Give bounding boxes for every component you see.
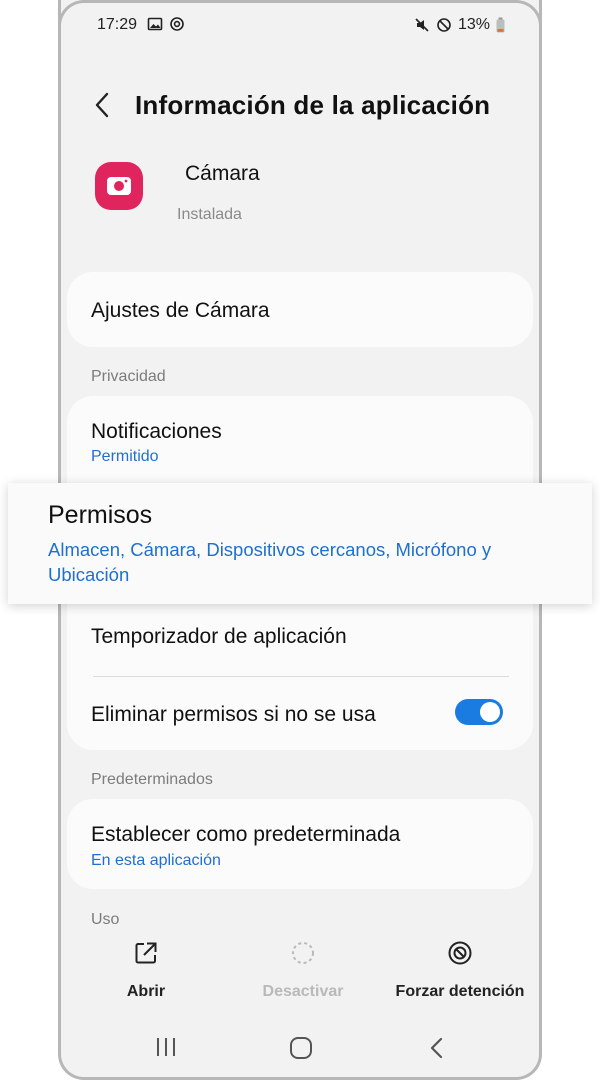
remove-permissions-item[interactable]: Eliminar permisos si no se usa (67, 677, 533, 750)
permissions-value: Almacen, Cámara, Dispositivos cercanos, … (48, 539, 492, 585)
mute-icon (415, 18, 429, 32)
force-stop-button-label: Forzar detención (395, 983, 525, 1000)
open-button-label: Abrir (126, 983, 166, 1000)
remove-permissions-label: Eliminar permisos si no se usa (91, 703, 376, 726)
set-default-label: Establecer como predeterminada (91, 823, 401, 846)
app-timer-label: Temporizador de aplicación (91, 625, 347, 648)
system-navigation-bar (61, 1030, 539, 1066)
do-not-disturb-icon (437, 18, 451, 32)
app-install-status: Instalada (177, 206, 242, 223)
status-notification-icons (147, 16, 185, 32)
notifications-item[interactable]: Notificaciones Permitido (67, 396, 533, 484)
disable-button-label: Desactivar (262, 983, 344, 1000)
section-defaults-label: Predeterminados (91, 771, 213, 788)
set-default-item[interactable]: Establecer como predeterminada En esta a… (67, 799, 533, 889)
bottom-actions: Abrir Desactivar Forzar detención (61, 940, 539, 1010)
page-title: Información de la aplicación (135, 90, 491, 120)
notifications-label: Notificaciones (91, 420, 222, 443)
remove-permissions-toggle[interactable] (455, 699, 503, 725)
toggle-knob (480, 702, 500, 722)
open-external-icon (135, 942, 157, 964)
disable-button[interactable]: Desactivar (253, 940, 353, 1001)
recent-apps-icon[interactable] (155, 1036, 177, 1058)
app-settings-item[interactable]: Ajustes de Cámara (67, 272, 533, 347)
section-privacy-label: Privacidad (91, 368, 166, 385)
app-timer-item[interactable]: Temporizador de aplicación (67, 606, 533, 676)
force-stop-button[interactable]: Forzar detención (395, 940, 525, 1001)
home-icon[interactable] (289, 1036, 313, 1060)
permissions-item[interactable]: Permisos Almacen, Cámara, Dispositivos c… (8, 483, 592, 604)
disable-dashed-circle-icon (292, 942, 314, 964)
status-time: 17:29 (97, 16, 138, 33)
permissions-label: Permisos (48, 501, 153, 529)
section-usage-label: Uso (91, 911, 120, 928)
notifications-value: Permitido (91, 448, 159, 465)
status-system-icons: 13% (414, 16, 505, 34)
battery-percentage: 13% (457, 16, 490, 33)
sync-icon (170, 17, 184, 31)
gallery-icon (147, 17, 163, 31)
force-stop-icon (448, 941, 472, 965)
status-bar: 17:29 13% (61, 14, 539, 40)
set-default-value: En esta aplicación (91, 852, 221, 869)
app-name: Cámara (185, 162, 260, 185)
camera-app-icon (95, 162, 143, 210)
back-arrow-icon[interactable] (91, 90, 115, 120)
nav-back-icon[interactable] (427, 1036, 447, 1060)
battery-icon (496, 17, 505, 33)
app-settings-label: Ajustes de Cámara (91, 299, 270, 322)
app-bar: Información de la aplicación (61, 84, 539, 128)
camera-icon (107, 177, 131, 195)
open-button[interactable]: Abrir (105, 940, 187, 1001)
